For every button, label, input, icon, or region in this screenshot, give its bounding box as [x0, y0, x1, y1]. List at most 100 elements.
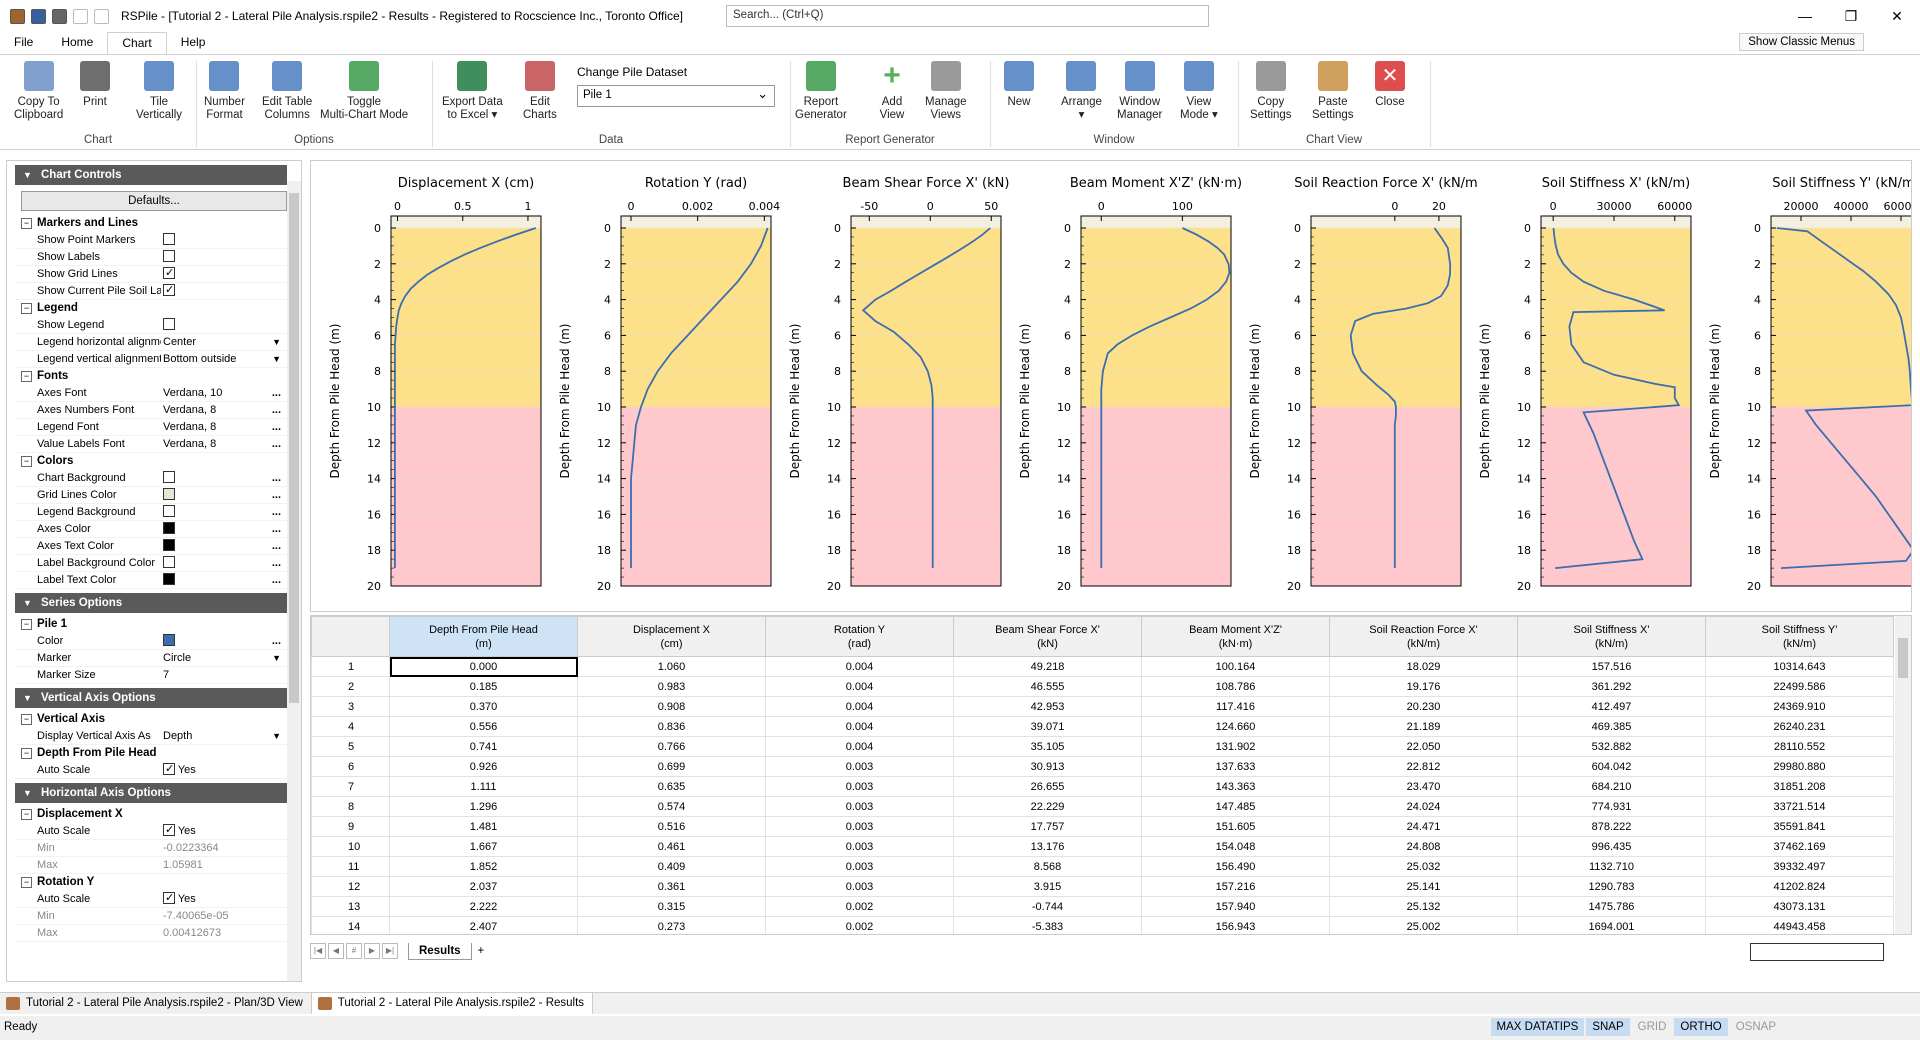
ribbon-button-excel[interactable]: Export Data to Excel ▾	[442, 61, 503, 122]
table-cell[interactable]: 17.757	[953, 816, 1142, 837]
rot-min-input[interactable]: -7.40065e-05	[161, 908, 287, 924]
save-icon[interactable]	[31, 8, 46, 24]
table-cell[interactable]: 0.002	[765, 916, 954, 934]
table-cell[interactable]: 0.926	[389, 756, 578, 777]
table-cell[interactable]: 29980.880	[1705, 756, 1894, 777]
table-cell[interactable]: 25.141	[1329, 876, 1518, 897]
table-cell[interactable]: 878.222	[1517, 816, 1706, 837]
table-cell[interactable]: 0.003	[765, 816, 954, 837]
color-swatch[interactable]	[163, 471, 175, 484]
table-cell[interactable]: 0.004	[765, 656, 954, 677]
row-number[interactable]: 6	[311, 756, 390, 777]
row-number[interactable]: 7	[311, 776, 390, 797]
ribbon-button-new-window[interactable]: New	[1004, 61, 1034, 109]
table-cell[interactable]: 0.273	[577, 916, 766, 934]
display-axis-select[interactable]: Depth ▼	[161, 728, 287, 744]
table-cell[interactable]: 35591.841	[1705, 816, 1894, 837]
column-header[interactable]: Soil Stiffness Y' (kN/m)	[1705, 616, 1894, 657]
doc-tab-results[interactable]: Tutorial 2 - Lateral Pile Analysis.rspil…	[311, 993, 594, 1014]
table-cell[interactable]: 43073.131	[1705, 896, 1894, 917]
table-cell[interactable]: 0.004	[765, 736, 954, 757]
color-swatch[interactable]	[163, 556, 175, 569]
ribbon-button-close[interactable]: ✕ Close	[1375, 61, 1405, 109]
column-header[interactable]: Displacement X (cm)	[577, 616, 766, 657]
table-cell[interactable]: 0.409	[577, 856, 766, 877]
table-cell[interactable]: 31851.208	[1705, 776, 1894, 797]
print-icon[interactable]	[52, 8, 67, 24]
show-classic-menus-button[interactable]: Show Classic Menus	[1739, 33, 1864, 51]
table-cell[interactable]: 24.808	[1329, 836, 1518, 857]
color-swatch[interactable]	[163, 539, 175, 552]
table-cell[interactable]: 1.852	[389, 856, 578, 877]
table-cell[interactable]: 24.471	[1329, 816, 1518, 837]
table-cell[interactable]: 33721.514	[1705, 796, 1894, 817]
search-input[interactable]: Search... (Ctrl+Q)	[726, 5, 1209, 27]
row-number[interactable]: 5	[311, 736, 390, 757]
table-cell[interactable]: 25.032	[1329, 856, 1518, 877]
table-cell[interactable]: 154.048	[1141, 836, 1330, 857]
table-cell[interactable]: 24.024	[1329, 796, 1518, 817]
font-option-value[interactable]: Verdana, 8...	[161, 436, 287, 452]
last-sheet-icon[interactable]: ▶|	[382, 943, 398, 959]
ribbon-button-arrange[interactable]: Arrange ▾	[1061, 61, 1102, 122]
table-cell[interactable]: 44943.458	[1705, 916, 1894, 934]
column-header[interactable]: Soil Stiffness X' (kN/m)	[1517, 616, 1706, 657]
table-cell[interactable]: 37462.169	[1705, 836, 1894, 857]
table-cell[interactable]: 22.812	[1329, 756, 1518, 777]
ribbon-button-report[interactable]: Report Generator	[795, 61, 847, 122]
table-cell[interactable]: 19.176	[1329, 676, 1518, 697]
table-cell[interactable]: 22.050	[1329, 736, 1518, 757]
colors-group[interactable]: Colors	[15, 453, 301, 470]
ribbon-button-paste-settings[interactable]: Paste Settings	[1312, 61, 1354, 122]
disp-max-input[interactable]: 1.05981	[161, 857, 287, 873]
marker-size-input[interactable]: 7	[161, 667, 287, 683]
series-options-header[interactable]: Series Options	[15, 593, 287, 613]
table-cell[interactable]: 3.915	[953, 876, 1142, 897]
table-cell[interactable]: 39332.497	[1705, 856, 1894, 877]
menu-home[interactable]: Home	[47, 32, 107, 54]
sheet-input-box[interactable]	[1750, 943, 1884, 961]
legend-group[interactable]: Legend	[15, 300, 301, 317]
row-number[interactable]: 3	[311, 696, 390, 717]
table-cell[interactable]: 13.176	[953, 836, 1142, 857]
vertical-axis-options-header[interactable]: Vertical Axis Options	[15, 688, 287, 708]
table-cell[interactable]: 157.516	[1517, 656, 1706, 677]
table-cell[interactable]: 0.461	[577, 836, 766, 857]
table-cell[interactable]: -5.383	[953, 916, 1142, 934]
ribbon-button-printer[interactable]: Print	[80, 61, 110, 109]
series-color-swatch[interactable]	[163, 634, 175, 647]
table-cell[interactable]: 361.292	[1517, 676, 1706, 697]
color-swatch[interactable]	[163, 522, 175, 535]
pile-dataset-select[interactable]: Pile 1	[577, 85, 775, 107]
next-sheet-icon[interactable]: ▶	[364, 943, 380, 959]
pile-group[interactable]: Pile 1	[15, 616, 301, 633]
table-cell[interactable]: 0.003	[765, 876, 954, 897]
row-number[interactable]: 12	[311, 876, 390, 897]
restore-icon[interactable]: ❐	[1828, 0, 1874, 32]
ribbon-button-copy[interactable]: Copy To Clipboard	[14, 61, 63, 122]
row-number[interactable]: 2	[311, 676, 390, 697]
ribbon-button-add-view[interactable]: + Add View	[877, 61, 907, 122]
table-cell[interactable]: 0.004	[765, 716, 954, 737]
displacement-group[interactable]: Displacement X	[15, 806, 301, 823]
redo-icon[interactable]	[94, 8, 109, 24]
table-cell[interactable]: 108.786	[1141, 676, 1330, 697]
table-cell[interactable]: 1694.001	[1517, 916, 1706, 934]
table-cell[interactable]: 412.497	[1517, 696, 1706, 717]
table-cell[interactable]: 1.667	[389, 836, 578, 857]
row-number[interactable]: 1	[311, 656, 390, 677]
undo-icon[interactable]	[73, 8, 88, 24]
table-cell[interactable]: 0.003	[765, 856, 954, 877]
markers-group[interactable]: Markers and Lines	[15, 215, 301, 232]
table-cell[interactable]: 156.943	[1141, 916, 1330, 934]
ribbon-button-gear[interactable]: Manage Views	[925, 61, 967, 122]
table-cell[interactable]: 35.105	[953, 736, 1142, 757]
table-cell[interactable]: 2.037	[389, 876, 578, 897]
table-cell[interactable]: 100.164	[1141, 656, 1330, 677]
table-cell[interactable]: 22499.586	[1705, 676, 1894, 697]
status-mode-toggle[interactable]: GRID	[1632, 1018, 1673, 1036]
table-cell[interactable]: 49.218	[953, 656, 1142, 677]
table-cell[interactable]: 131.902	[1141, 736, 1330, 757]
table-cell[interactable]: 137.633	[1141, 756, 1330, 777]
table-cell[interactable]: 22.229	[953, 796, 1142, 817]
